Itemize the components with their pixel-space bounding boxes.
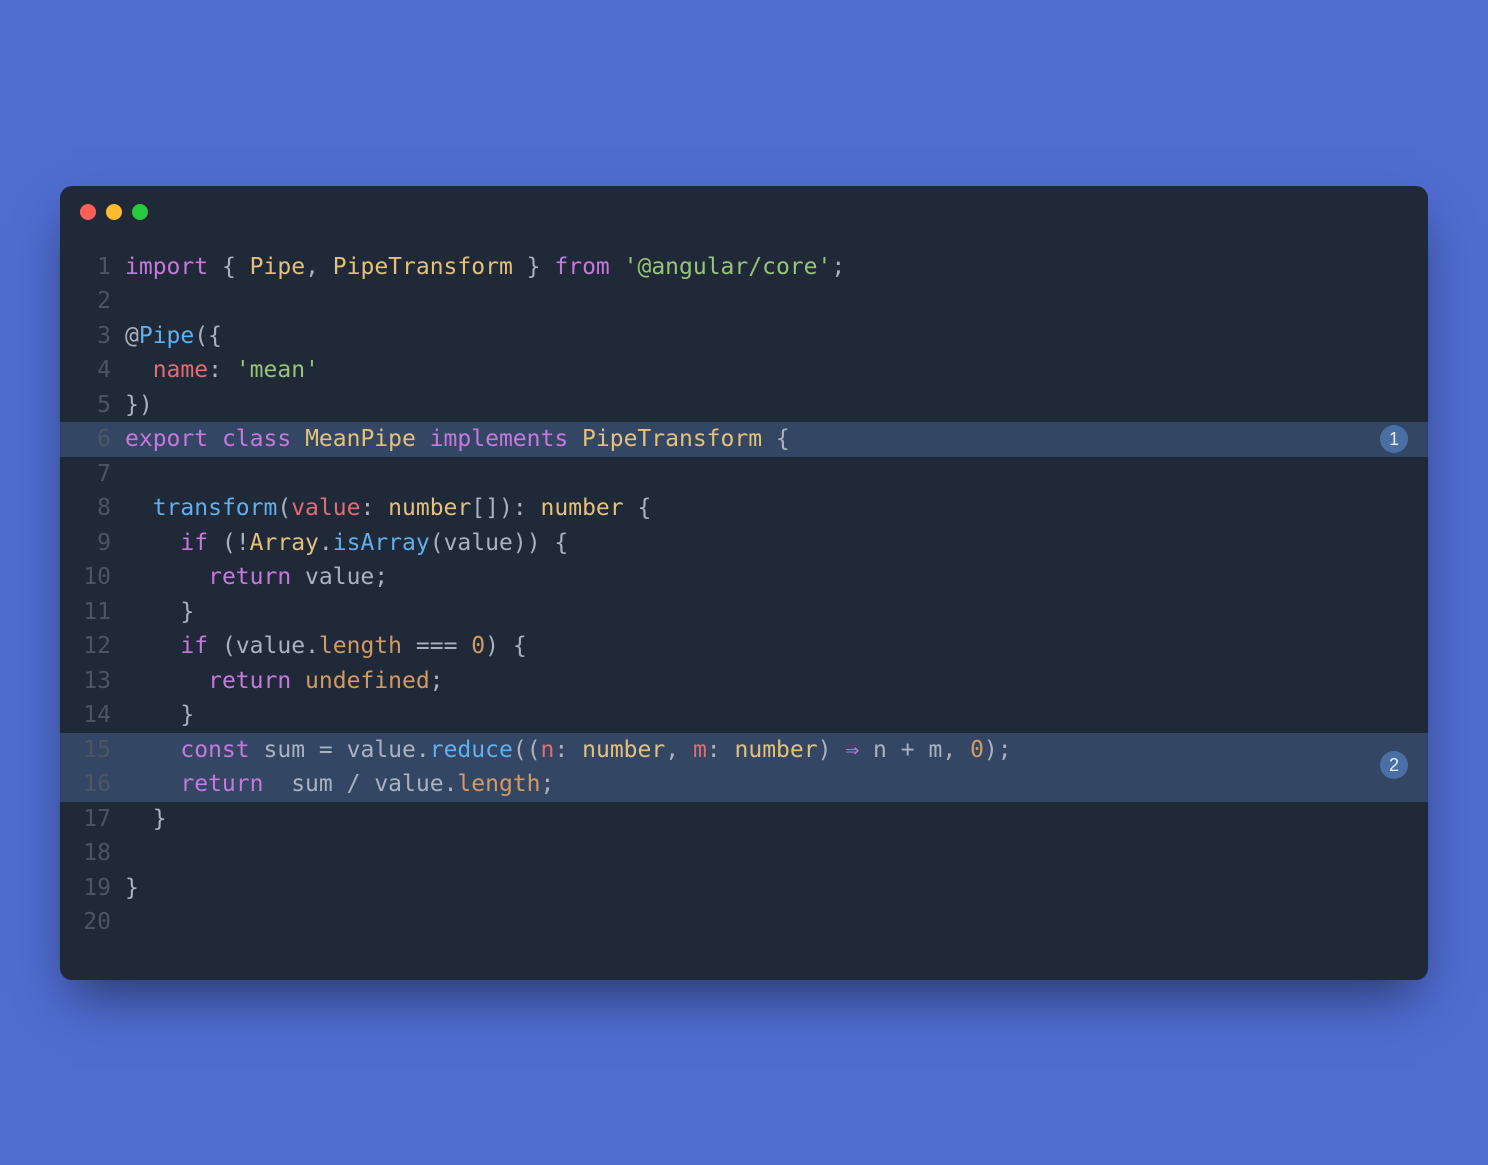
line-content: const sum = value.reduce((n: number, m: … (125, 733, 1428, 768)
code-line: 10 return value; (60, 560, 1428, 595)
code-area[interactable]: 1 import { Pipe, PipeTransform } from '@… (60, 230, 1428, 980)
line-content: transform(value: number[]): number { (125, 491, 1428, 526)
line-number: 14 (60, 698, 125, 733)
annotation-badge-2: 2 (1380, 751, 1408, 779)
line-content: return sum / value.length; (125, 767, 1428, 802)
code-line: 2 (60, 284, 1428, 319)
line-number: 15 (60, 733, 125, 768)
line-number: 2 (60, 284, 125, 319)
code-line: 1 import { Pipe, PipeTransform } from '@… (60, 250, 1428, 285)
line-number: 1 (60, 250, 125, 285)
line-number: 7 (60, 457, 125, 492)
line-content: } (125, 802, 1428, 837)
line-number: 4 (60, 353, 125, 388)
line-number: 17 (60, 802, 125, 837)
line-number: 16 (60, 767, 125, 802)
line-number: 20 (60, 905, 125, 940)
code-line: 14 } (60, 698, 1428, 733)
line-number: 3 (60, 319, 125, 354)
code-line-highlighted: 15 const sum = value.reduce((n: number, … (60, 733, 1428, 768)
line-content: } (125, 871, 1428, 906)
line-content: } (125, 595, 1428, 630)
code-line: 9 if (!Array.isArray(value)) { (60, 526, 1428, 561)
line-content: return value; (125, 560, 1428, 595)
line-content: if (value.length === 0) { (125, 629, 1428, 664)
line-content: @Pipe({ (125, 319, 1428, 354)
code-line-highlighted: 6 export class MeanPipe implements PipeT… (60, 422, 1428, 457)
line-number: 5 (60, 388, 125, 423)
line-number: 13 (60, 664, 125, 699)
code-line: 11 } (60, 595, 1428, 630)
line-number: 9 (60, 526, 125, 561)
code-line: 12 if (value.length === 0) { (60, 629, 1428, 664)
line-content: export class MeanPipe implements PipeTra… (125, 422, 1428, 457)
line-number: 6 (60, 422, 125, 457)
code-line: 4 name: 'mean' (60, 353, 1428, 388)
code-line: 17 } (60, 802, 1428, 837)
line-content: return undefined; (125, 664, 1428, 699)
line-number: 11 (60, 595, 125, 630)
code-line: 19 } (60, 871, 1428, 906)
line-content: }) (125, 388, 1428, 423)
line-content: if (!Array.isArray(value)) { (125, 526, 1428, 561)
line-number: 12 (60, 629, 125, 664)
code-line-highlighted: 16 return sum / value.length; (60, 767, 1428, 802)
annotation-badge-1: 1 (1380, 425, 1408, 453)
line-number: 19 (60, 871, 125, 906)
code-line: 5 }) (60, 388, 1428, 423)
code-editor-window: 1 import { Pipe, PipeTransform } from '@… (60, 186, 1428, 980)
code-line: 20 (60, 905, 1428, 940)
line-number: 10 (60, 560, 125, 595)
maximize-button[interactable] (132, 204, 148, 220)
line-number: 8 (60, 491, 125, 526)
line-number: 18 (60, 836, 125, 871)
window-titlebar (60, 186, 1428, 230)
code-line: 18 (60, 836, 1428, 871)
line-content: } (125, 698, 1428, 733)
code-line: 8 transform(value: number[]): number { (60, 491, 1428, 526)
minimize-button[interactable] (106, 204, 122, 220)
code-line: 13 return undefined; (60, 664, 1428, 699)
line-content: name: 'mean' (125, 353, 1428, 388)
line-content: import { Pipe, PipeTransform } from '@an… (125, 250, 1428, 285)
code-line: 7 (60, 457, 1428, 492)
close-button[interactable] (80, 204, 96, 220)
code-line: 3 @Pipe({ (60, 319, 1428, 354)
